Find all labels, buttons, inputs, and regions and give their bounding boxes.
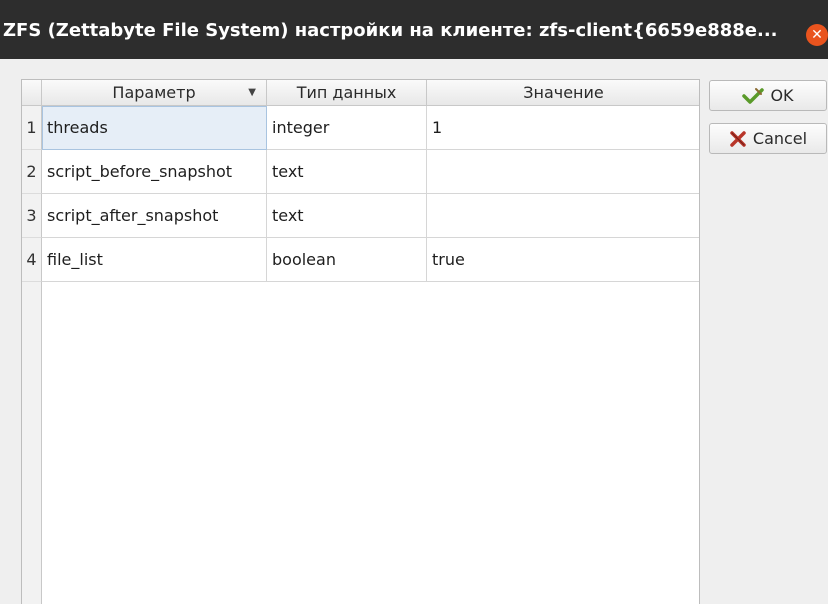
cell-parameter[interactable]: script_after_snapshot (42, 194, 267, 238)
cross-icon (729, 130, 747, 148)
column-header-type-label: Тип данных (296, 83, 397, 102)
column-header-value[interactable]: Значение (427, 80, 699, 106)
cell-value[interactable] (427, 150, 699, 194)
cancel-button[interactable]: Cancel (709, 123, 827, 154)
cell-value[interactable] (427, 194, 699, 238)
row-header-gutter (22, 282, 42, 604)
column-header-parameter[interactable]: Параметр ▼ (42, 80, 267, 106)
parameters-table[interactable]: Параметр ▼ Тип данных Значение 1 threads… (21, 79, 700, 604)
ok-button[interactable]: OK (709, 80, 827, 111)
sort-down-icon: ▼ (248, 87, 256, 98)
column-header-value-label: Значение (523, 83, 604, 102)
row-number[interactable]: 2 (22, 150, 42, 194)
table-corner (22, 80, 42, 106)
cell-parameter[interactable]: script_before_snapshot (42, 150, 267, 194)
cell-value[interactable]: 1 (427, 106, 699, 150)
ok-button-label: OK (770, 86, 794, 105)
row-number[interactable]: 3 (22, 194, 42, 238)
row-number[interactable]: 1 (22, 106, 42, 150)
cell-parameter[interactable]: threads (42, 106, 267, 150)
cell-type[interactable]: boolean (267, 238, 427, 282)
column-header-parameter-label: Параметр (112, 83, 196, 102)
checkmark-pen-icon (742, 87, 765, 105)
cell-type[interactable]: text (267, 194, 427, 238)
title-bar: ZFS (Zettabyte File System) настройки на… (0, 0, 828, 59)
cell-value[interactable]: true (427, 238, 699, 282)
close-icon[interactable]: ✕ (806, 24, 828, 46)
cancel-button-label: Cancel (752, 129, 808, 148)
window-title: ZFS (Zettabyte File System) настройки на… (3, 20, 778, 41)
row-number[interactable]: 4 (22, 238, 42, 282)
column-header-type[interactable]: Тип данных (267, 80, 427, 106)
cell-type[interactable]: text (267, 150, 427, 194)
cell-type[interactable]: integer (267, 106, 427, 150)
cell-parameter[interactable]: file_list (42, 238, 267, 282)
